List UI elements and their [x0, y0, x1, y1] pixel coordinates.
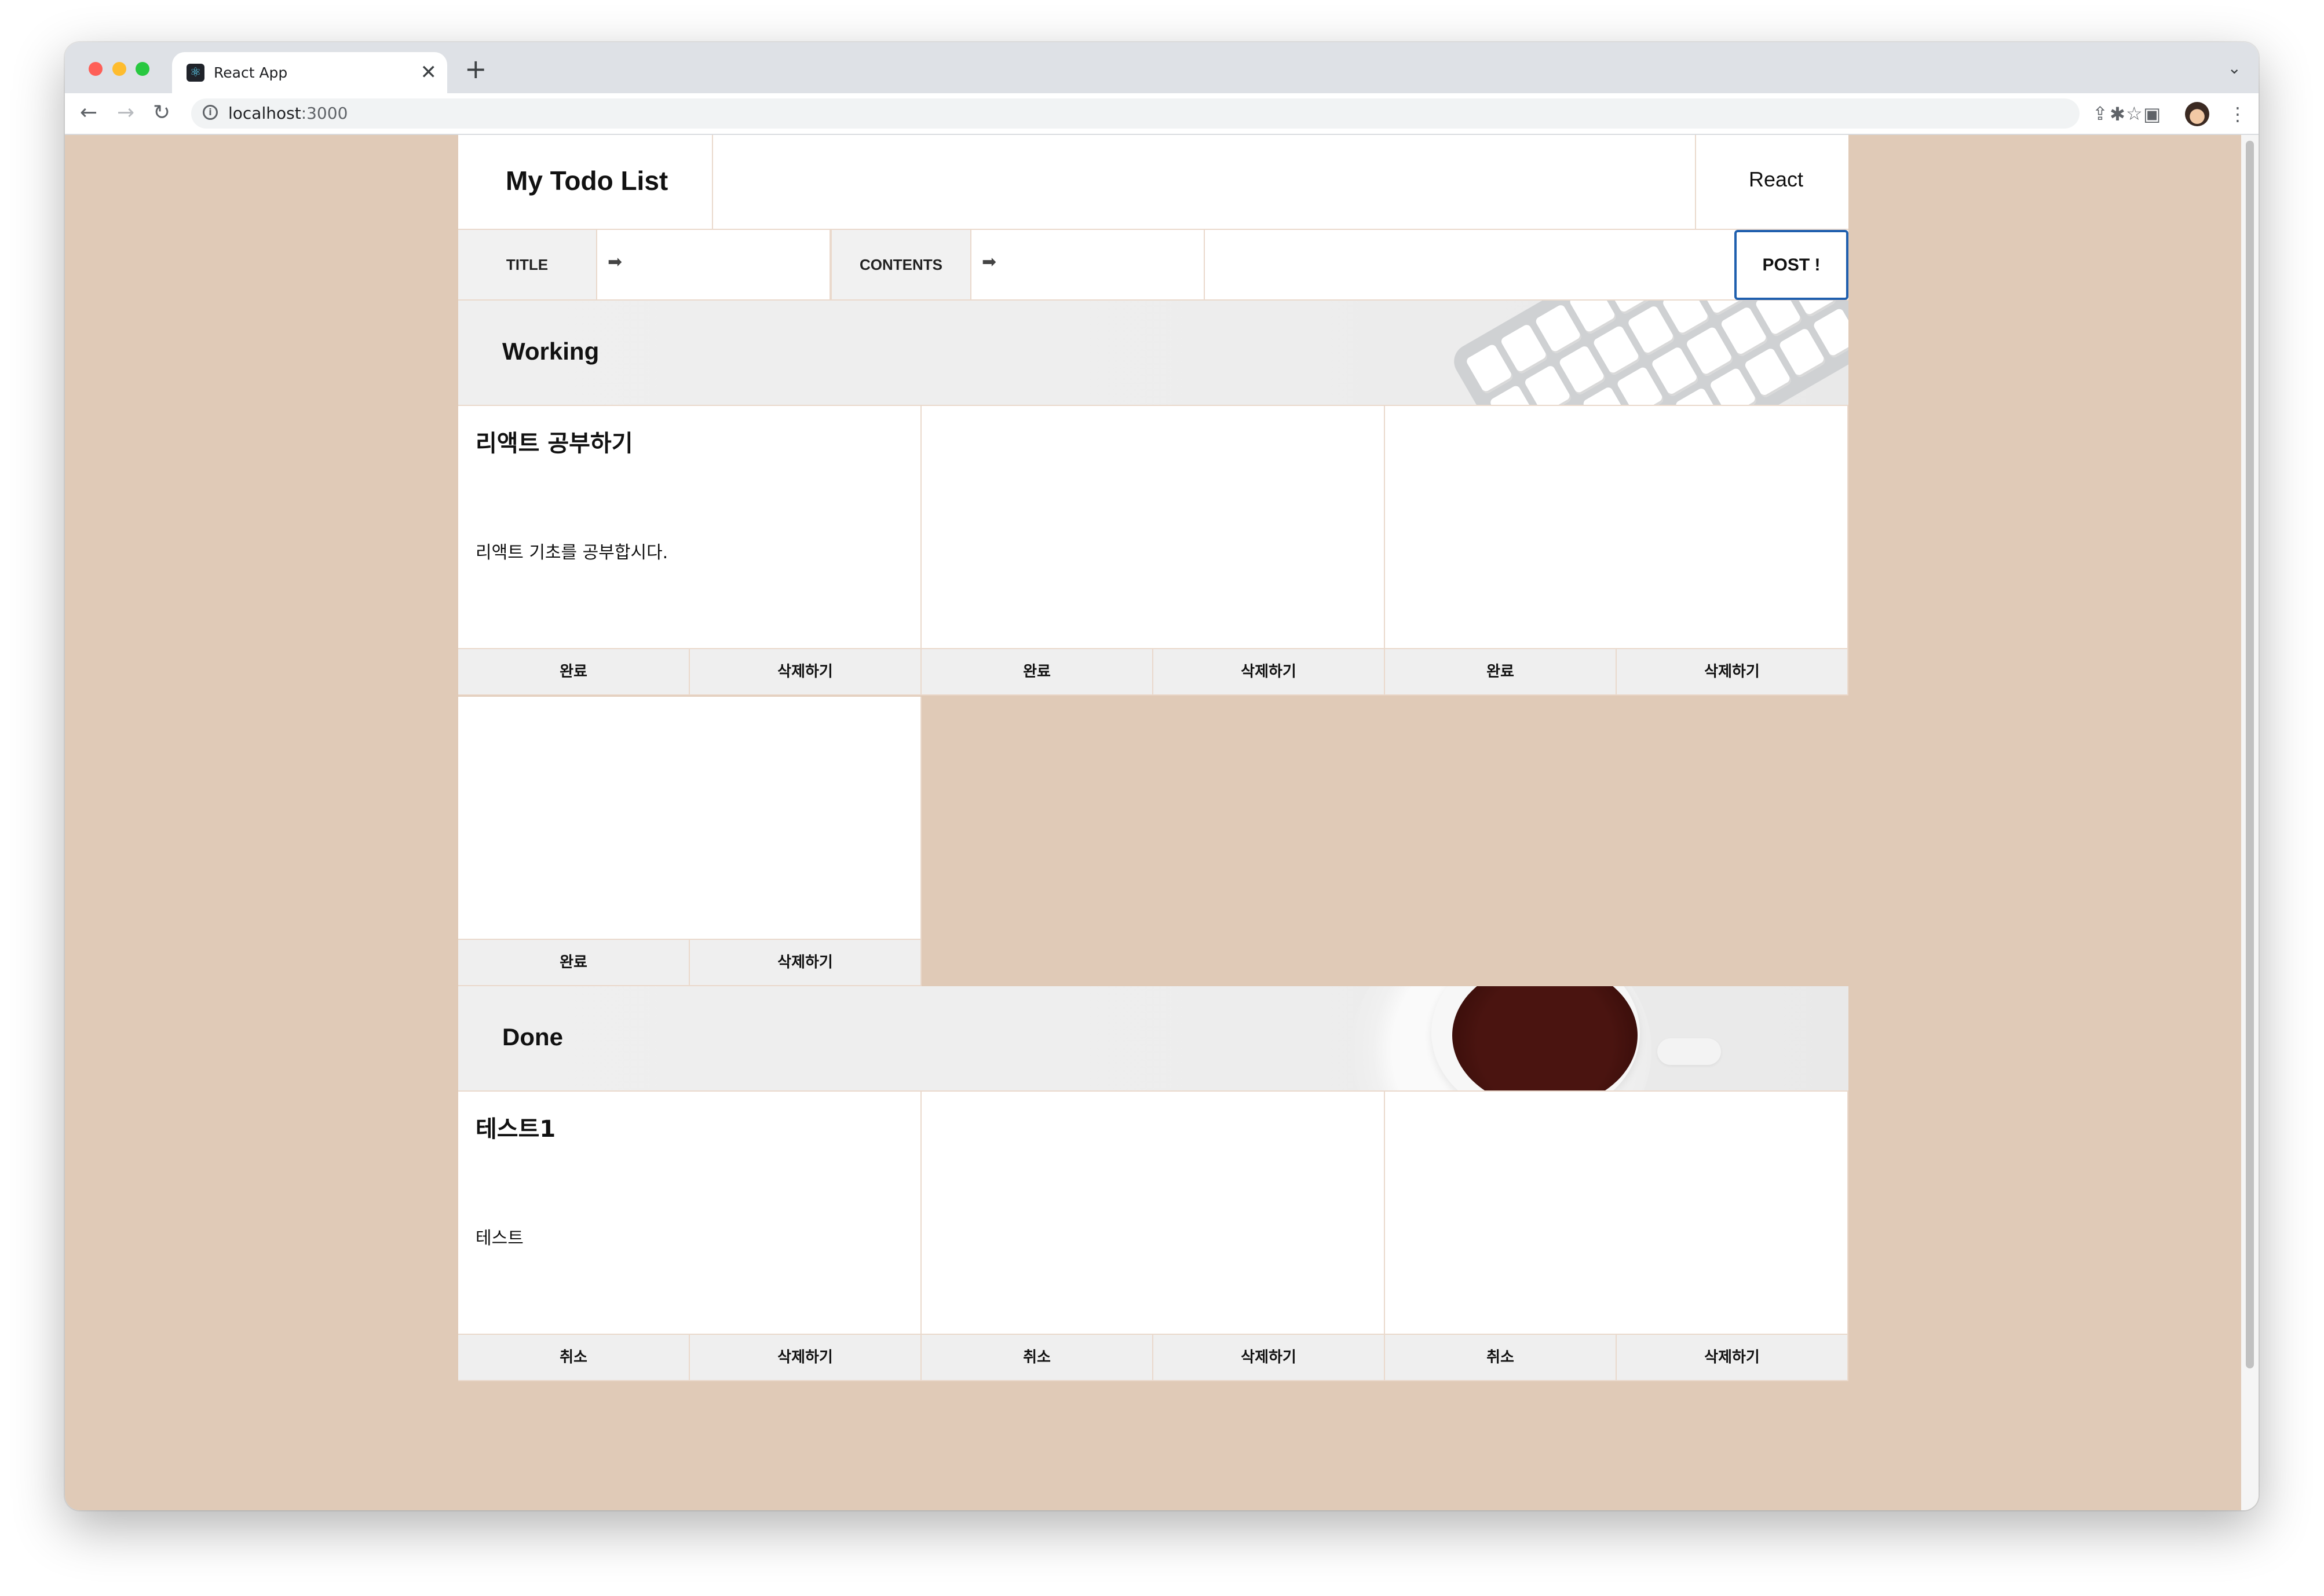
delete-button[interactable]: 삭제하기	[1152, 1335, 1384, 1380]
back-icon[interactable]: ←	[80, 100, 97, 126]
side-panel-icon[interactable]: ▣	[2143, 103, 2161, 126]
info-icon[interactable]: i	[203, 105, 218, 120]
cup-handle-image	[1657, 1038, 1721, 1065]
tab-strip: ⚛ React App ✕ + ⌄	[65, 42, 2259, 93]
cancel-button[interactable]: 취소	[922, 1335, 1152, 1380]
arrow-right-icon: ➡	[982, 252, 997, 272]
todo-card: 완료 삭제하기	[458, 697, 922, 986]
app-title: My Todo List	[506, 166, 668, 196]
url-port: :3000	[301, 104, 348, 123]
done-card: 취소 삭제하기	[922, 1092, 1385, 1381]
todo-card: 완료 삭제하기	[1385, 406, 1848, 695]
working-grid: 리액트 공부하기 리액트 기초를 공부합시다. 완료 삭제하기 완료 삭제하기	[458, 406, 1848, 986]
todo-card: 완료 삭제하기	[922, 406, 1385, 695]
delete-button[interactable]: 삭제하기	[689, 649, 920, 694]
complete-button[interactable]: 완료	[458, 940, 689, 985]
cancel-button[interactable]: 취소	[458, 1335, 689, 1380]
tech-label: React	[1749, 167, 1804, 191]
scrollbar-thumb[interactable]	[2246, 141, 2254, 1368]
browser-window: ⚛ React App ✕ + ⌄ ← → ↻ i localhost:3000…	[65, 42, 2259, 1510]
star-icon[interactable]: ☆	[2126, 102, 2143, 125]
card-content: 리액트 기초를 공부합시다.	[476, 543, 668, 563]
card-actions: 취소 삭제하기	[922, 1334, 1384, 1380]
done-card: 테스트1 테스트 취소 삭제하기	[458, 1092, 922, 1381]
done-heading: Done	[502, 1023, 563, 1050]
complete-button[interactable]: 완료	[458, 649, 689, 694]
delete-button[interactable]: 삭제하기	[1616, 1335, 1847, 1380]
contents-label: CONTENTS	[831, 230, 971, 299]
complete-button[interactable]: 완료	[922, 649, 1152, 694]
react-favicon-icon: ⚛	[187, 64, 204, 82]
working-banner: Working	[458, 301, 1848, 406]
card-title: 리액트 공부하기	[476, 430, 633, 457]
delete-button[interactable]: 삭제하기	[689, 1335, 920, 1380]
reload-icon[interactable]: ↻	[153, 100, 170, 126]
close-window-button[interactable]	[89, 62, 103, 76]
minimize-window-button[interactable]	[112, 62, 126, 76]
delete-button[interactable]: 삭제하기	[1152, 649, 1384, 694]
delete-button[interactable]: 삭제하기	[689, 940, 920, 985]
browser-tab[interactable]: ⚛ React App ✕	[172, 52, 447, 93]
tech-badge: React	[1695, 135, 1848, 229]
brand: My Todo List	[458, 135, 713, 229]
app-header: My Todo List React	[458, 135, 1848, 230]
done-banner: Done	[458, 986, 1848, 1092]
tab-title: React App	[214, 64, 288, 81]
page-viewport: My Todo List React TITLE ➡ CONTENTS ➡ PO…	[65, 135, 2259, 1510]
puzzle-icon[interactable]: ✱	[2110, 103, 2125, 126]
maximize-window-button[interactable]	[136, 62, 149, 76]
forward-icon[interactable]: →	[117, 100, 134, 126]
browser-toolbar: ← → ↻ i localhost:3000 ⇪ ☆ ✱ ▣ ⋮	[65, 93, 2259, 135]
title-input[interactable]: ➡	[597, 230, 831, 299]
address-bar[interactable]: i localhost:3000 ⇪ ☆	[191, 98, 2143, 129]
todo-form: TITLE ➡ CONTENTS ➡ POST !	[458, 230, 1848, 301]
share-icon[interactable]: ⇪	[2092, 102, 2108, 125]
new-tab-button[interactable]: +	[465, 56, 487, 82]
card-actions: 취소 삭제하기	[1385, 1334, 1847, 1380]
card-content: 테스트	[476, 1228, 524, 1249]
card-title: 테스트1	[476, 1116, 556, 1143]
contents-input[interactable]: ➡	[971, 230, 1205, 299]
post-button[interactable]: POST !	[1734, 230, 1848, 300]
card-actions: 완료 삭제하기	[1385, 648, 1847, 694]
scrollbar[interactable]	[2241, 135, 2259, 1510]
todo-app: My Todo List React TITLE ➡ CONTENTS ➡ PO…	[458, 135, 1848, 1382]
complete-button[interactable]: 완료	[1385, 649, 1616, 694]
card-actions: 완료 삭제하기	[458, 939, 920, 985]
done-grid: 테스트1 테스트 취소 삭제하기 취소 삭제하기 취소 삭제하기	[458, 1092, 1848, 1382]
working-heading: Working	[502, 338, 600, 365]
card-actions: 취소 삭제하기	[458, 1334, 920, 1380]
arrow-right-icon: ➡	[608, 252, 623, 272]
keyboard-image	[1448, 301, 1848, 405]
avatar[interactable]	[2185, 102, 2209, 126]
url-host: localhost	[228, 104, 301, 123]
url-text[interactable]: localhost:3000	[228, 104, 348, 123]
menu-icon[interactable]: ⋮	[2228, 103, 2247, 126]
card-actions: 완료 삭제하기	[922, 648, 1384, 694]
done-card: 취소 삭제하기	[1385, 1092, 1848, 1381]
coffee-image	[1452, 986, 1638, 1090]
todo-card: 리액트 공부하기 리액트 기초를 공부합시다. 완료 삭제하기	[458, 406, 922, 695]
tab-search-chevron-icon[interactable]: ⌄	[2228, 58, 2241, 78]
tab-close-icon[interactable]: ✕	[421, 61, 437, 83]
card-actions: 완료 삭제하기	[458, 648, 920, 694]
delete-button[interactable]: 삭제하기	[1616, 649, 1847, 694]
title-label: TITLE	[458, 230, 597, 299]
cancel-button[interactable]: 취소	[1385, 1335, 1616, 1380]
